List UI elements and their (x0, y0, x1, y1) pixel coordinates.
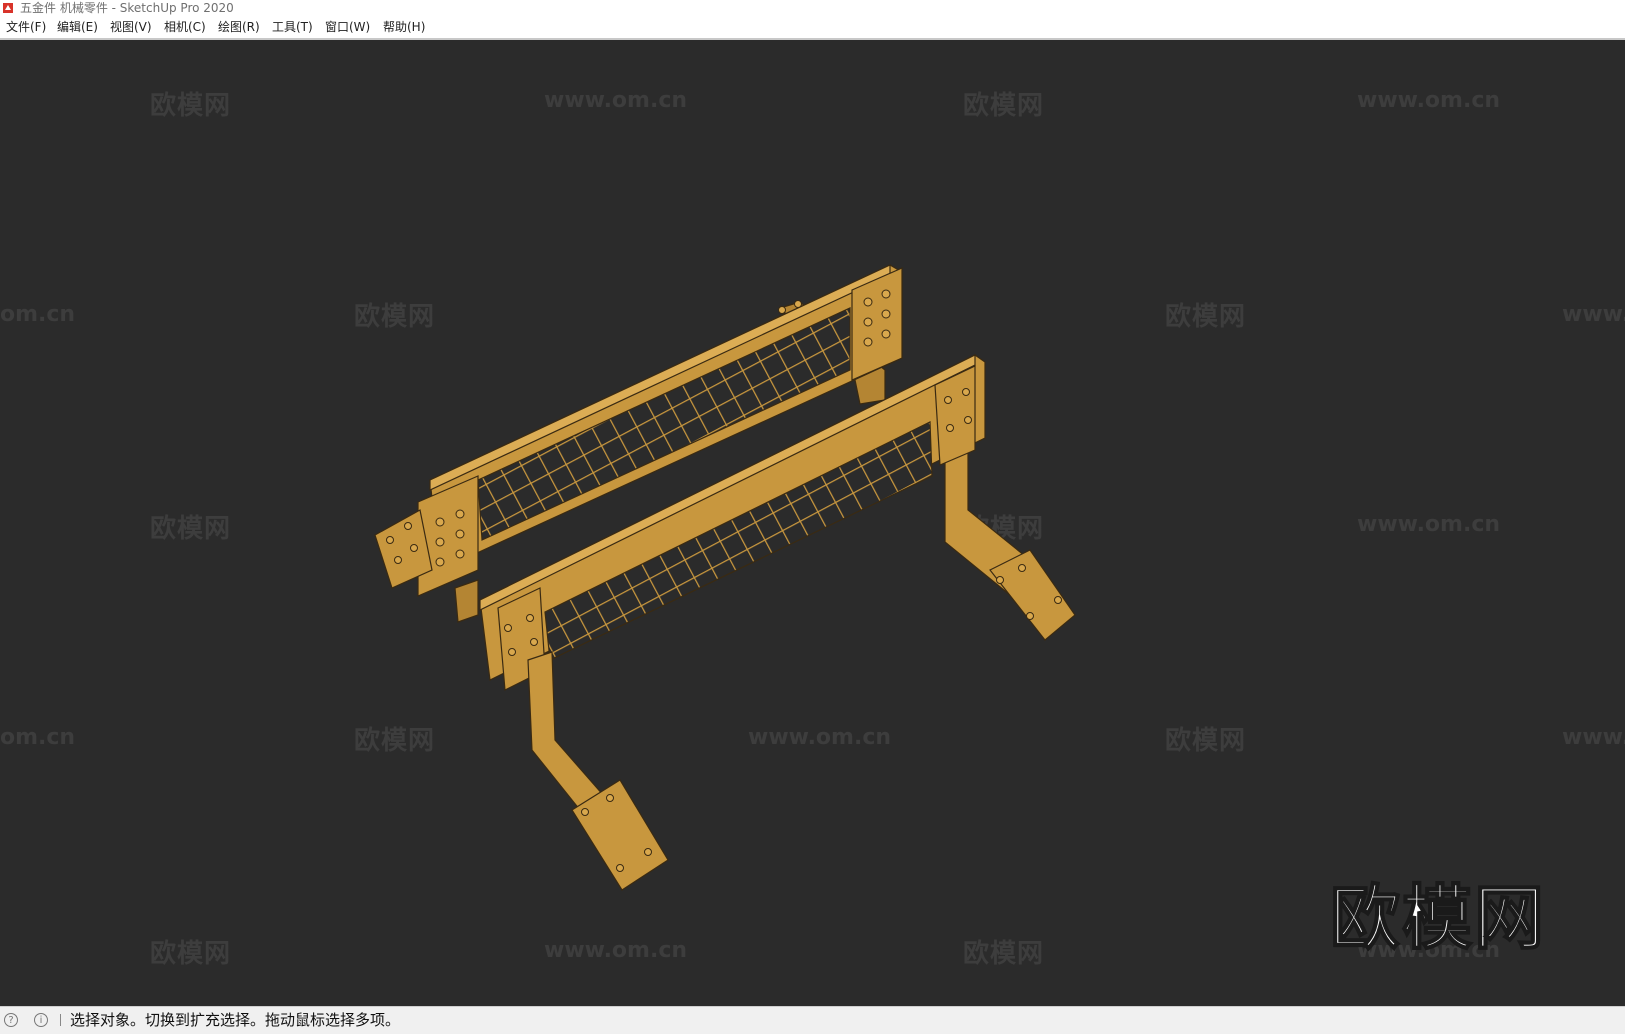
status-message: 选择对象。切换到扩充选择。拖动鼠标选择多项。 (70, 1011, 401, 1029)
status-bar: ? i 选择对象。切换到扩充选择。拖动鼠标选择多项。 (0, 1006, 1625, 1034)
info-icon[interactable]: i (34, 1013, 48, 1027)
status-separator (60, 1014, 61, 1026)
menu-camera[interactable]: 相机(C) (162, 16, 208, 38)
geo-location-icon[interactable]: ? (4, 1013, 18, 1027)
window-title: 五金件 机械零件 - SketchUp Pro 2020 (20, 1, 234, 15)
sketchup-icon (3, 3, 13, 13)
menu-tools[interactable]: 工具(T) (270, 16, 315, 38)
menu-edit[interactable]: 编辑(E) (55, 16, 100, 38)
menu-help[interactable]: 帮助(H) (381, 16, 427, 38)
brand-logo: 欧模网 (1329, 876, 1546, 960)
menu-window[interactable]: 窗口(W) (323, 16, 372, 38)
menu-draw[interactable]: 绘图(R) (216, 16, 262, 38)
menu-bar: 文件(F) 编辑(E) 视图(V) 相机(C) 绘图(R) 工具(T) 窗口(W… (0, 16, 1625, 40)
menu-view[interactable]: 视图(V) (108, 16, 154, 38)
title-bar: 五金件 机械零件 - SketchUp Pro 2020 (0, 0, 1625, 16)
menu-file[interactable]: 文件(F) (4, 16, 48, 38)
model-viewport[interactable]: 欧模网 www.om.cn 欧模网 www.om.cn om.cn 欧模网 欧模… (0, 40, 1625, 1006)
